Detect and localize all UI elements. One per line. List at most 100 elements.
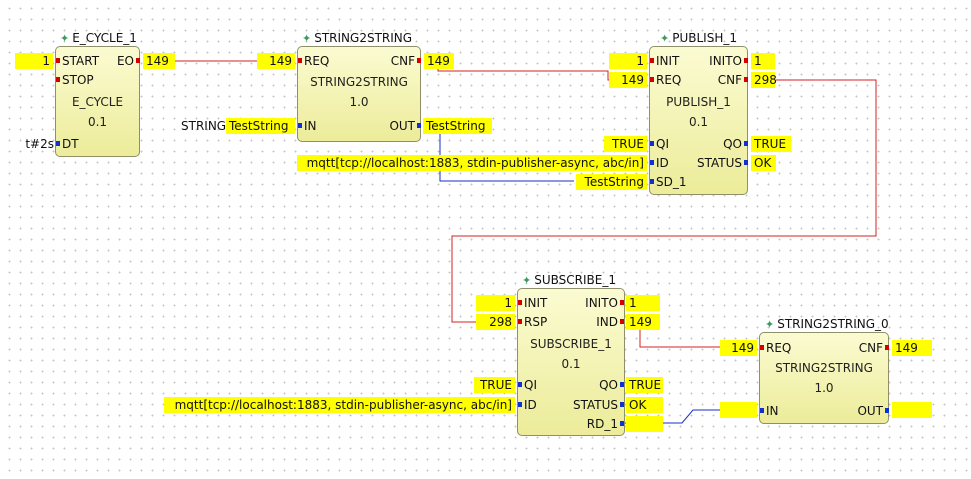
publish-inito-value[interactable]: 1 bbox=[751, 53, 775, 69]
diagram-canvas[interactable]: ✦ E_CYCLE_1 E_CYCLE 0.1 START STOP EO DT … bbox=[0, 0, 971, 479]
string2string0-req-value[interactable]: 149 bbox=[720, 340, 757, 356]
publish-sd1-value[interactable]: TestString bbox=[576, 174, 647, 190]
subscribe-ind-value[interactable]: 149 bbox=[626, 314, 660, 330]
publish-qo-pin[interactable] bbox=[744, 141, 748, 146]
subscribe-block[interactable]: SUBSCRIBE_1 0.1 bbox=[517, 288, 625, 436]
string2string-cnf-pin[interactable] bbox=[417, 58, 421, 63]
publish-type: PUBLISH_1 bbox=[666, 95, 731, 109]
string2string0-req-label: REQ bbox=[766, 341, 792, 355]
string2string0-out-label: OUT bbox=[857, 404, 883, 418]
publish-id-value[interactable]: mqtt[tcp://localhost:1883, stdin-publish… bbox=[297, 155, 647, 171]
e-cycle-dt-value[interactable]: t#2s bbox=[14, 136, 54, 152]
subscribe-ind-label: IND bbox=[596, 315, 618, 329]
subscribe-rd1-pin[interactable] bbox=[620, 421, 624, 426]
fb-type-icon: ✦ bbox=[60, 32, 70, 45]
publish-req-pin[interactable] bbox=[650, 77, 654, 82]
e-cycle-instance-name: E_CYCLE_1 bbox=[72, 31, 137, 45]
publish-qo-label: QO bbox=[723, 137, 742, 151]
string2string0-out-pin[interactable] bbox=[885, 408, 889, 413]
publish-init-pin[interactable] bbox=[650, 58, 654, 63]
string2string-title: ✦ STRING2STRING bbox=[302, 31, 412, 45]
subscribe-inito-pin[interactable] bbox=[620, 300, 624, 305]
string2string-req-value[interactable]: 149 bbox=[257, 53, 295, 69]
subscribe-status-pin[interactable] bbox=[620, 402, 624, 407]
publish-inito-label: INITO bbox=[709, 54, 742, 68]
e-cycle-type: E_CYCLE bbox=[71, 95, 124, 109]
subscribe-qi-pin[interactable] bbox=[518, 382, 522, 387]
subscribe-version: 0.1 bbox=[561, 357, 581, 371]
subscribe-status-label: STATUS bbox=[572, 398, 618, 412]
string2string-type: STRING2STRING bbox=[310, 75, 408, 89]
string2string0-cnf-value[interactable]: 149 bbox=[892, 340, 932, 356]
publish-status-value[interactable]: OK bbox=[751, 155, 776, 171]
string2string0-cnf-pin[interactable] bbox=[885, 345, 889, 350]
subscribe-inito-value[interactable]: 1 bbox=[626, 295, 660, 311]
publish-req-value[interactable]: 149 bbox=[609, 72, 647, 88]
e-cycle-eo-value[interactable]: 149 bbox=[143, 53, 175, 69]
publish-init-value[interactable]: 1 bbox=[609, 53, 647, 69]
string2string-instance-name: STRING2STRING bbox=[314, 31, 413, 45]
publish-qo-value[interactable]: TRUE bbox=[751, 136, 791, 152]
e-cycle-start-label: START bbox=[62, 54, 100, 68]
e-cycle-start-pin[interactable] bbox=[56, 58, 60, 63]
e-cycle-title: ✦ E_CYCLE_1 bbox=[60, 31, 137, 45]
string2string-out-value[interactable]: TestString bbox=[423, 118, 492, 134]
fb-type-icon: ✦ bbox=[522, 274, 532, 287]
subscribe-id-label: ID bbox=[524, 398, 537, 412]
subscribe-qo-value[interactable]: TRUE bbox=[626, 377, 663, 393]
publish-qi-pin[interactable] bbox=[650, 141, 654, 146]
string2string0-req-pin[interactable] bbox=[760, 345, 764, 350]
publish-status-label: STATUS bbox=[696, 156, 742, 170]
string2string-out-pin[interactable] bbox=[417, 123, 421, 128]
e-cycle-stop-pin[interactable] bbox=[56, 77, 60, 82]
subscribe-rsp-pin[interactable] bbox=[518, 319, 522, 324]
string2string-cnf-label: CNF bbox=[390, 54, 415, 68]
subscribe-instance-name: SUBSCRIBE_1 bbox=[534, 273, 616, 287]
subscribe-qo-pin[interactable] bbox=[620, 382, 624, 387]
wire-cnf-to-publish-req[interactable] bbox=[437, 61, 615, 81]
subscribe-qi-value[interactable]: TRUE bbox=[474, 377, 515, 393]
string2string0-cnf-label: CNF bbox=[858, 341, 883, 355]
subscribe-rsp-label: RSP bbox=[524, 315, 548, 329]
string2string-in-pin[interactable] bbox=[298, 123, 302, 128]
string2string0-instance-name: STRING2STRING_0 bbox=[777, 317, 889, 331]
subscribe-rd1-value-box[interactable] bbox=[626, 416, 663, 432]
e-cycle-start-value[interactable]: 1 bbox=[15, 53, 53, 69]
publish-sd1-pin[interactable] bbox=[650, 179, 654, 184]
string2string-cnf-value[interactable]: 149 bbox=[424, 53, 454, 69]
subscribe-init-value[interactable]: 1 bbox=[476, 295, 515, 311]
string2string-version: 1.0 bbox=[349, 95, 369, 109]
fb-type-icon: ✦ bbox=[660, 32, 670, 45]
e-cycle-eo-pin[interactable] bbox=[136, 58, 140, 63]
publish-cnf-value[interactable]: 298 bbox=[751, 72, 777, 88]
publish-sd1-label: SD_1 bbox=[656, 175, 687, 189]
e-cycle-dt-pin[interactable] bbox=[56, 141, 60, 146]
subscribe-rsp-value[interactable]: 298 bbox=[476, 314, 515, 330]
publish-id-pin[interactable] bbox=[650, 160, 654, 165]
publish-cnf-pin[interactable] bbox=[744, 77, 748, 82]
subscribe-id-value[interactable]: mqtt[tcp://localhost:1883, stdin-publish… bbox=[164, 397, 515, 413]
string2string-out-label: OUT bbox=[389, 119, 415, 133]
publish-status-pin[interactable] bbox=[744, 160, 748, 165]
string2string0-in-value-box[interactable] bbox=[720, 402, 757, 418]
subscribe-qi-label: QI bbox=[524, 378, 537, 392]
publish-title: ✦ PUBLISH_1 bbox=[660, 31, 737, 45]
string2string0-in-label: IN bbox=[766, 404, 779, 418]
string2string0-type: STRING2STRING bbox=[775, 361, 873, 375]
string2string0-version: 1.0 bbox=[814, 381, 834, 395]
publish-inito-pin[interactable] bbox=[744, 58, 748, 63]
subscribe-ind-pin[interactable] bbox=[620, 319, 624, 324]
publish-qi-value[interactable]: TRUE bbox=[604, 136, 647, 152]
subscribe-status-value[interactable]: OK bbox=[626, 397, 663, 413]
string2string-in-type-prefix: STRING bbox=[181, 119, 227, 133]
subscribe-init-pin[interactable] bbox=[518, 300, 522, 305]
string2string0-out-value-box[interactable] bbox=[892, 402, 932, 418]
publish-version: 0.1 bbox=[688, 115, 709, 129]
subscribe-init-label: INIT bbox=[524, 296, 548, 310]
subscribe-id-pin[interactable] bbox=[518, 402, 522, 407]
string2string-in-value[interactable]: TestString bbox=[226, 118, 295, 134]
string2string0-title: ✦ STRING2STRING_0 bbox=[765, 317, 889, 331]
string2string0-in-pin[interactable] bbox=[760, 408, 764, 413]
string2string-req-pin[interactable] bbox=[298, 58, 302, 63]
publish-block[interactable]: PUBLISH_1 0.1 bbox=[649, 46, 748, 195]
